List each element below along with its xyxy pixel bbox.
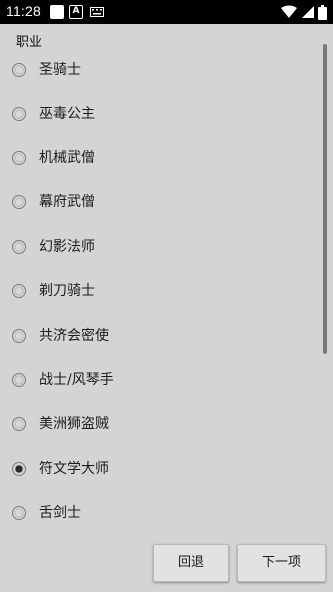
radio-option-label: 幕府武僧 <box>39 194 95 210</box>
radio-option-label: 美洲狮盗贼 <box>39 416 109 432</box>
radio-button-checked-icon[interactable] <box>12 462 26 476</box>
radio-button-icon[interactable] <box>12 329 26 343</box>
radio-option[interactable]: 美洲狮盗贼 <box>0 402 320 446</box>
radio-button-icon[interactable] <box>12 240 26 254</box>
radio-option[interactable]: 圣骑士 <box>0 48 320 92</box>
radio-button-icon[interactable] <box>12 284 26 298</box>
radio-button-icon[interactable] <box>12 373 26 387</box>
cellular-icon <box>302 6 314 18</box>
radio-option[interactable]: 共济会密使 <box>0 314 320 358</box>
keyboard-icon <box>90 7 104 17</box>
a-icon: A <box>69 5 83 19</box>
radio-option-label: 舌剑士 <box>39 505 81 521</box>
radio-button-icon[interactable] <box>12 63 26 77</box>
radio-option[interactable]: 幻影法师 <box>0 225 320 269</box>
scrollbar[interactable] <box>323 44 327 354</box>
radio-option-selected[interactable]: 符文学大师 <box>0 447 320 491</box>
status-time: 11:28 <box>6 3 41 19</box>
next-button[interactable]: 下一项 <box>237 544 326 582</box>
radio-option[interactable]: 幕府武僧 <box>0 180 320 224</box>
radio-option[interactable]: 战士/风琴手 <box>0 358 320 402</box>
radio-option-label: 共济会密使 <box>39 328 109 344</box>
radio-option-label: 幻影法师 <box>39 239 95 255</box>
radio-option-label: 巫毒公主 <box>39 106 95 122</box>
radio-button-icon[interactable] <box>12 506 26 520</box>
radio-option[interactable]: 机械武僧 <box>0 136 320 180</box>
radio-option-label: 符文学大师 <box>39 461 109 477</box>
radio-option-label: 机械武僧 <box>39 150 95 166</box>
radio-button-icon[interactable] <box>12 107 26 121</box>
radio-option-label: 圣骑士 <box>39 62 81 78</box>
radio-button-icon[interactable] <box>12 417 26 431</box>
radio-option[interactable]: 剃刀骑士 <box>0 269 320 313</box>
radio-option-label: 剃刀骑士 <box>39 283 95 299</box>
radio-option-label: 战士/风琴手 <box>39 372 114 388</box>
status-bar: 11:28 A <box>0 0 333 24</box>
notification-square-icon <box>50 5 64 19</box>
radio-option[interactable]: 巫毒公主 <box>0 92 320 136</box>
battery-icon <box>318 4 327 20</box>
radio-button-icon[interactable] <box>12 195 26 209</box>
wifi-icon <box>281 5 297 18</box>
radio-button-icon[interactable] <box>12 151 26 165</box>
radio-option[interactable]: 舌剑士 <box>0 491 320 535</box>
back-button[interactable]: 回退 <box>153 544 229 582</box>
